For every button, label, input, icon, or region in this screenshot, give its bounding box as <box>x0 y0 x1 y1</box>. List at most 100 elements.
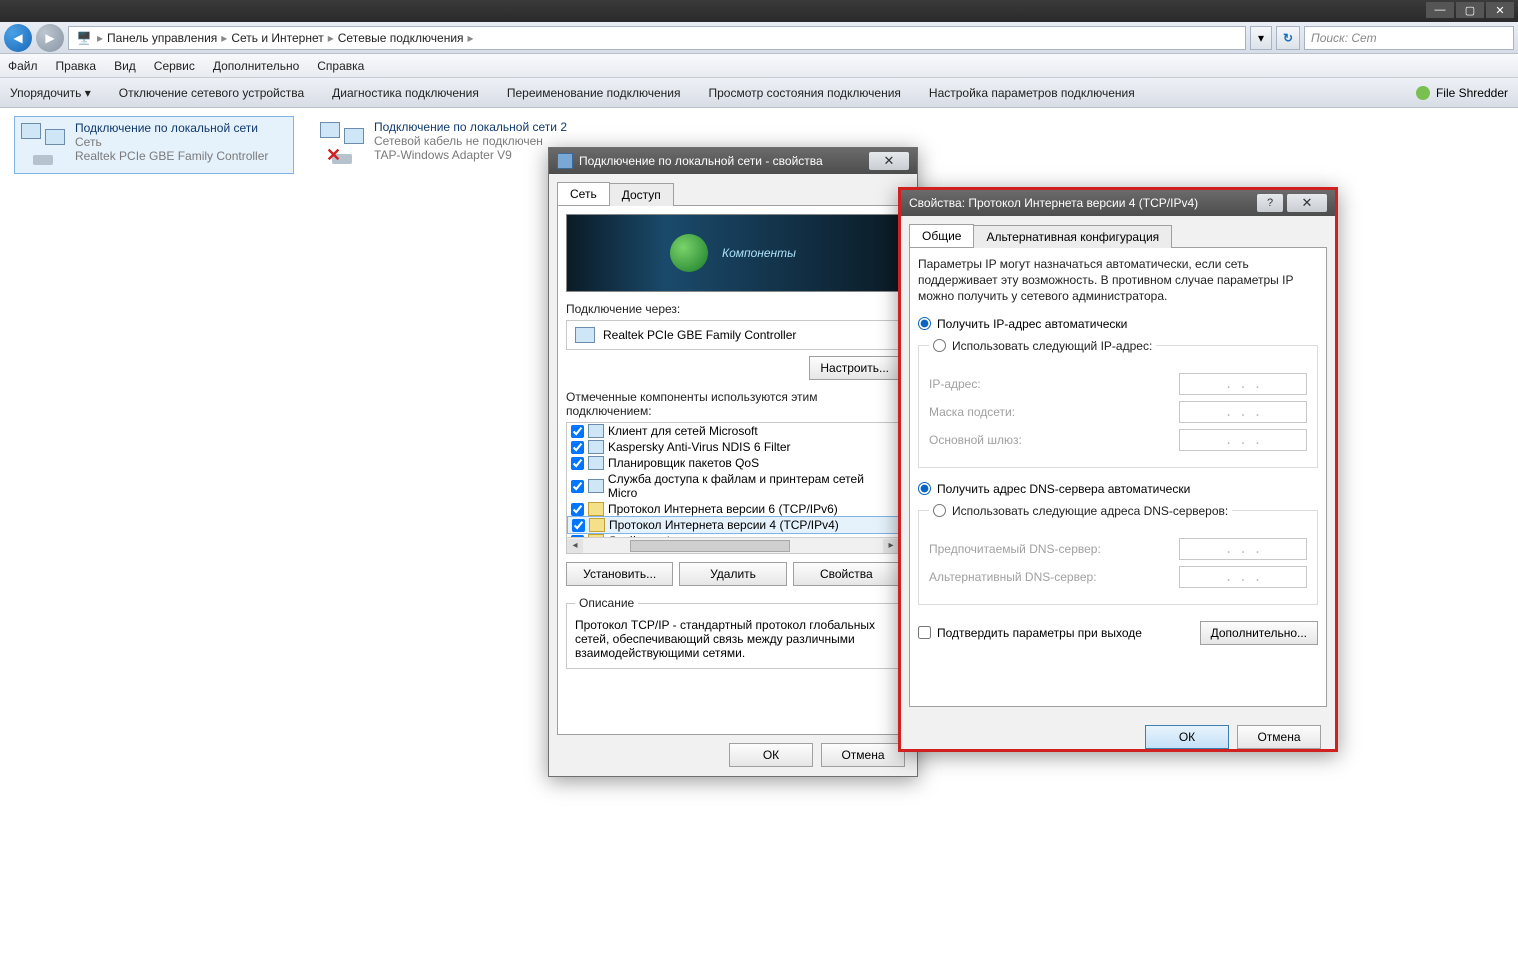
cancel-button[interactable]: Отмена <box>821 743 905 767</box>
menu-advanced[interactable]: Дополнительно <box>213 59 299 73</box>
browser-maximize[interactable]: ▢ <box>1456 2 1484 18</box>
browser-minimize[interactable]: — <box>1426 2 1454 18</box>
scroll-left-icon[interactable]: ◂ <box>567 539 583 553</box>
conn-status: Сетевой кабель не подключен <box>374 134 567 148</box>
radio-dns-manual-label: Использовать следующие адреса DNS-сервер… <box>952 504 1228 518</box>
component-checkbox[interactable] <box>571 480 584 493</box>
radio-dns-manual[interactable] <box>933 504 946 517</box>
list-item-selected: Протокол Интернета версии 4 (TCP/IPv4) <box>567 516 899 534</box>
adapter-icon <box>575 327 595 343</box>
conn-status: Сеть <box>75 135 268 149</box>
conn-title: Подключение по локальной сети 2 <box>374 120 567 134</box>
file-shredder-icon[interactable] <box>1416 86 1430 100</box>
tab-general[interactable]: Общие <box>909 224 974 247</box>
browser-close[interactable]: ✕ <box>1486 2 1514 18</box>
radio-ip-manual[interactable] <box>933 339 946 352</box>
network-icon: ✕ <box>318 120 366 168</box>
cmd-organize[interactable]: Упорядочить ▾ <box>10 86 91 100</box>
crumb-1[interactable]: Сеть и Интернет <box>231 31 323 45</box>
dialog-titlebar[interactable]: Свойства: Протокол Интернета версии 4 (T… <box>901 190 1335 216</box>
install-button[interactable]: Установить... <box>566 562 673 586</box>
tab-alternate[interactable]: Альтернативная конфигурация <box>973 225 1172 248</box>
cmd-status[interactable]: Просмотр состояния подключения <box>708 86 900 100</box>
component-icon <box>588 424 604 438</box>
tab-network[interactable]: Сеть <box>557 182 610 205</box>
dns-preferred-label: Предпочитаемый DNS-сервер: <box>929 542 1169 556</box>
crumb-2[interactable]: Сетевые подключения <box>338 31 464 45</box>
advanced-button[interactable]: Дополнительно... <box>1200 621 1318 645</box>
cmd-settings[interactable]: Настройка параметров подключения <box>929 86 1135 100</box>
menu-view[interactable]: Вид <box>114 59 136 73</box>
tab-access[interactable]: Доступ <box>609 183 674 206</box>
gateway-input[interactable]: . . . <box>1179 429 1307 451</box>
scroll-thumb[interactable] <box>630 540 790 552</box>
radio-ip-auto-label: Получить IP-адрес автоматически <box>937 317 1127 331</box>
ip-address-label: IP-адрес: <box>929 377 1169 391</box>
component-checkbox[interactable] <box>571 457 584 470</box>
radio-ip-manual-label: Использовать следующий IP-адрес: <box>952 339 1152 353</box>
component-icon <box>588 456 604 470</box>
ok-button[interactable]: ОК <box>1145 725 1229 749</box>
dns-alternate-input[interactable]: . . . <box>1179 566 1307 588</box>
dialog-titlebar[interactable]: Подключение по локальной сети - свойства… <box>549 148 917 174</box>
command-bar: Упорядочить ▾ Отключение сетевого устрой… <box>0 78 1518 108</box>
dns-preferred-input[interactable]: . . . <box>1179 538 1307 560</box>
remove-button[interactable]: Удалить <box>679 562 786 586</box>
explorer-navbar: ◀ ▶ 🖥️ ▸ Панель управления▸ Сеть и Интер… <box>0 22 1518 54</box>
disconnected-icon: ✕ <box>326 145 341 166</box>
breadcrumb[interactable]: 🖥️ ▸ Панель управления▸ Сеть и Интернет▸… <box>68 26 1246 50</box>
menu-file[interactable]: Файл <box>8 59 38 73</box>
component-checkbox[interactable] <box>571 441 584 454</box>
search-input[interactable]: Поиск: Сет <box>1304 26 1514 50</box>
validate-on-exit-label: Подтвердить параметры при выходе <box>937 626 1142 640</box>
scroll-right-icon[interactable]: ▸ <box>883 539 899 553</box>
help-button[interactable]: ? <box>1257 194 1283 212</box>
list-item: Служба доступа к файлам и принтерам сете… <box>567 471 899 501</box>
component-icon <box>589 518 605 532</box>
validate-on-exit-checkbox[interactable] <box>918 626 931 639</box>
component-checkbox[interactable] <box>572 519 585 532</box>
radio-ip-auto-row[interactable]: Получить IP-адрес автоматически <box>918 317 1318 331</box>
refresh-button[interactable]: ↻ <box>1276 26 1300 50</box>
breadcrumb-dropdown[interactable]: ▾ <box>1250 26 1272 50</box>
component-checkbox[interactable] <box>571 503 584 516</box>
close-button[interactable]: ✕ <box>1287 194 1327 212</box>
back-button[interactable]: ◀ <box>4 24 32 52</box>
component-icon <box>588 479 604 493</box>
cancel-button[interactable]: Отмена <box>1237 725 1321 749</box>
radio-dns-auto-row[interactable]: Получить адрес DNS-сервера автоматически <box>918 482 1318 496</box>
dialog-title-text: Свойства: Протокол Интернета версии 4 (T… <box>909 196 1198 210</box>
connect-via-label: Подключение через: <box>566 302 900 316</box>
component-icon <box>588 440 604 454</box>
crumb-0[interactable]: Панель управления <box>107 31 217 45</box>
configure-button[interactable]: Настроить... <box>809 356 900 380</box>
description-group: Описание Протокол TCP/IP - стандартный п… <box>566 596 900 669</box>
close-button[interactable]: ✕ <box>869 152 909 170</box>
menu-help[interactable]: Справка <box>317 59 364 73</box>
component-checkbox[interactable] <box>571 425 584 438</box>
adapter-box: Realtek PCIe GBE Family Controller <box>566 320 900 350</box>
properties-button[interactable]: Свойства <box>793 562 900 586</box>
description-legend: Описание <box>575 596 638 610</box>
description-text: Протокол TCP/IP - стандартный протокол г… <box>575 618 891 660</box>
radio-ip-auto[interactable] <box>918 317 931 330</box>
dns-alternate-label: Альтернативный DNS-сервер: <box>929 570 1169 584</box>
menu-edit[interactable]: Правка <box>56 59 97 73</box>
cmd-diagnose[interactable]: Диагностика подключения <box>332 86 479 100</box>
forward-button[interactable]: ▶ <box>36 24 64 52</box>
menu-bar: Файл Правка Вид Сервис Дополнительно Спр… <box>0 54 1518 78</box>
subnet-mask-input[interactable]: . . . <box>1179 401 1307 423</box>
cmd-disable[interactable]: Отключение сетевого устройства <box>119 86 304 100</box>
file-shredder-label[interactable]: File Shredder <box>1436 86 1508 100</box>
horizontal-scrollbar[interactable]: ◂ ▸ <box>567 537 899 553</box>
ok-button[interactable]: ОК <box>729 743 813 767</box>
connection-item-0[interactable]: Подключение по локальной сети Сеть Realt… <box>14 116 294 174</box>
ip-address-input[interactable]: . . . <box>1179 373 1307 395</box>
radio-dns-auto[interactable] <box>918 482 931 495</box>
cmd-rename[interactable]: Переименование подключения <box>507 86 681 100</box>
components-list[interactable]: Клиент для сетей Microsoft Kaspersky Ant… <box>566 422 900 554</box>
list-item: Клиент для сетей Microsoft <box>567 423 899 439</box>
menu-tools[interactable]: Сервис <box>154 59 195 73</box>
ip-manual-group: Использовать следующий IP-адрес: IP-адре… <box>918 335 1318 468</box>
control-panel-icon: 🖥️ <box>75 31 93 45</box>
